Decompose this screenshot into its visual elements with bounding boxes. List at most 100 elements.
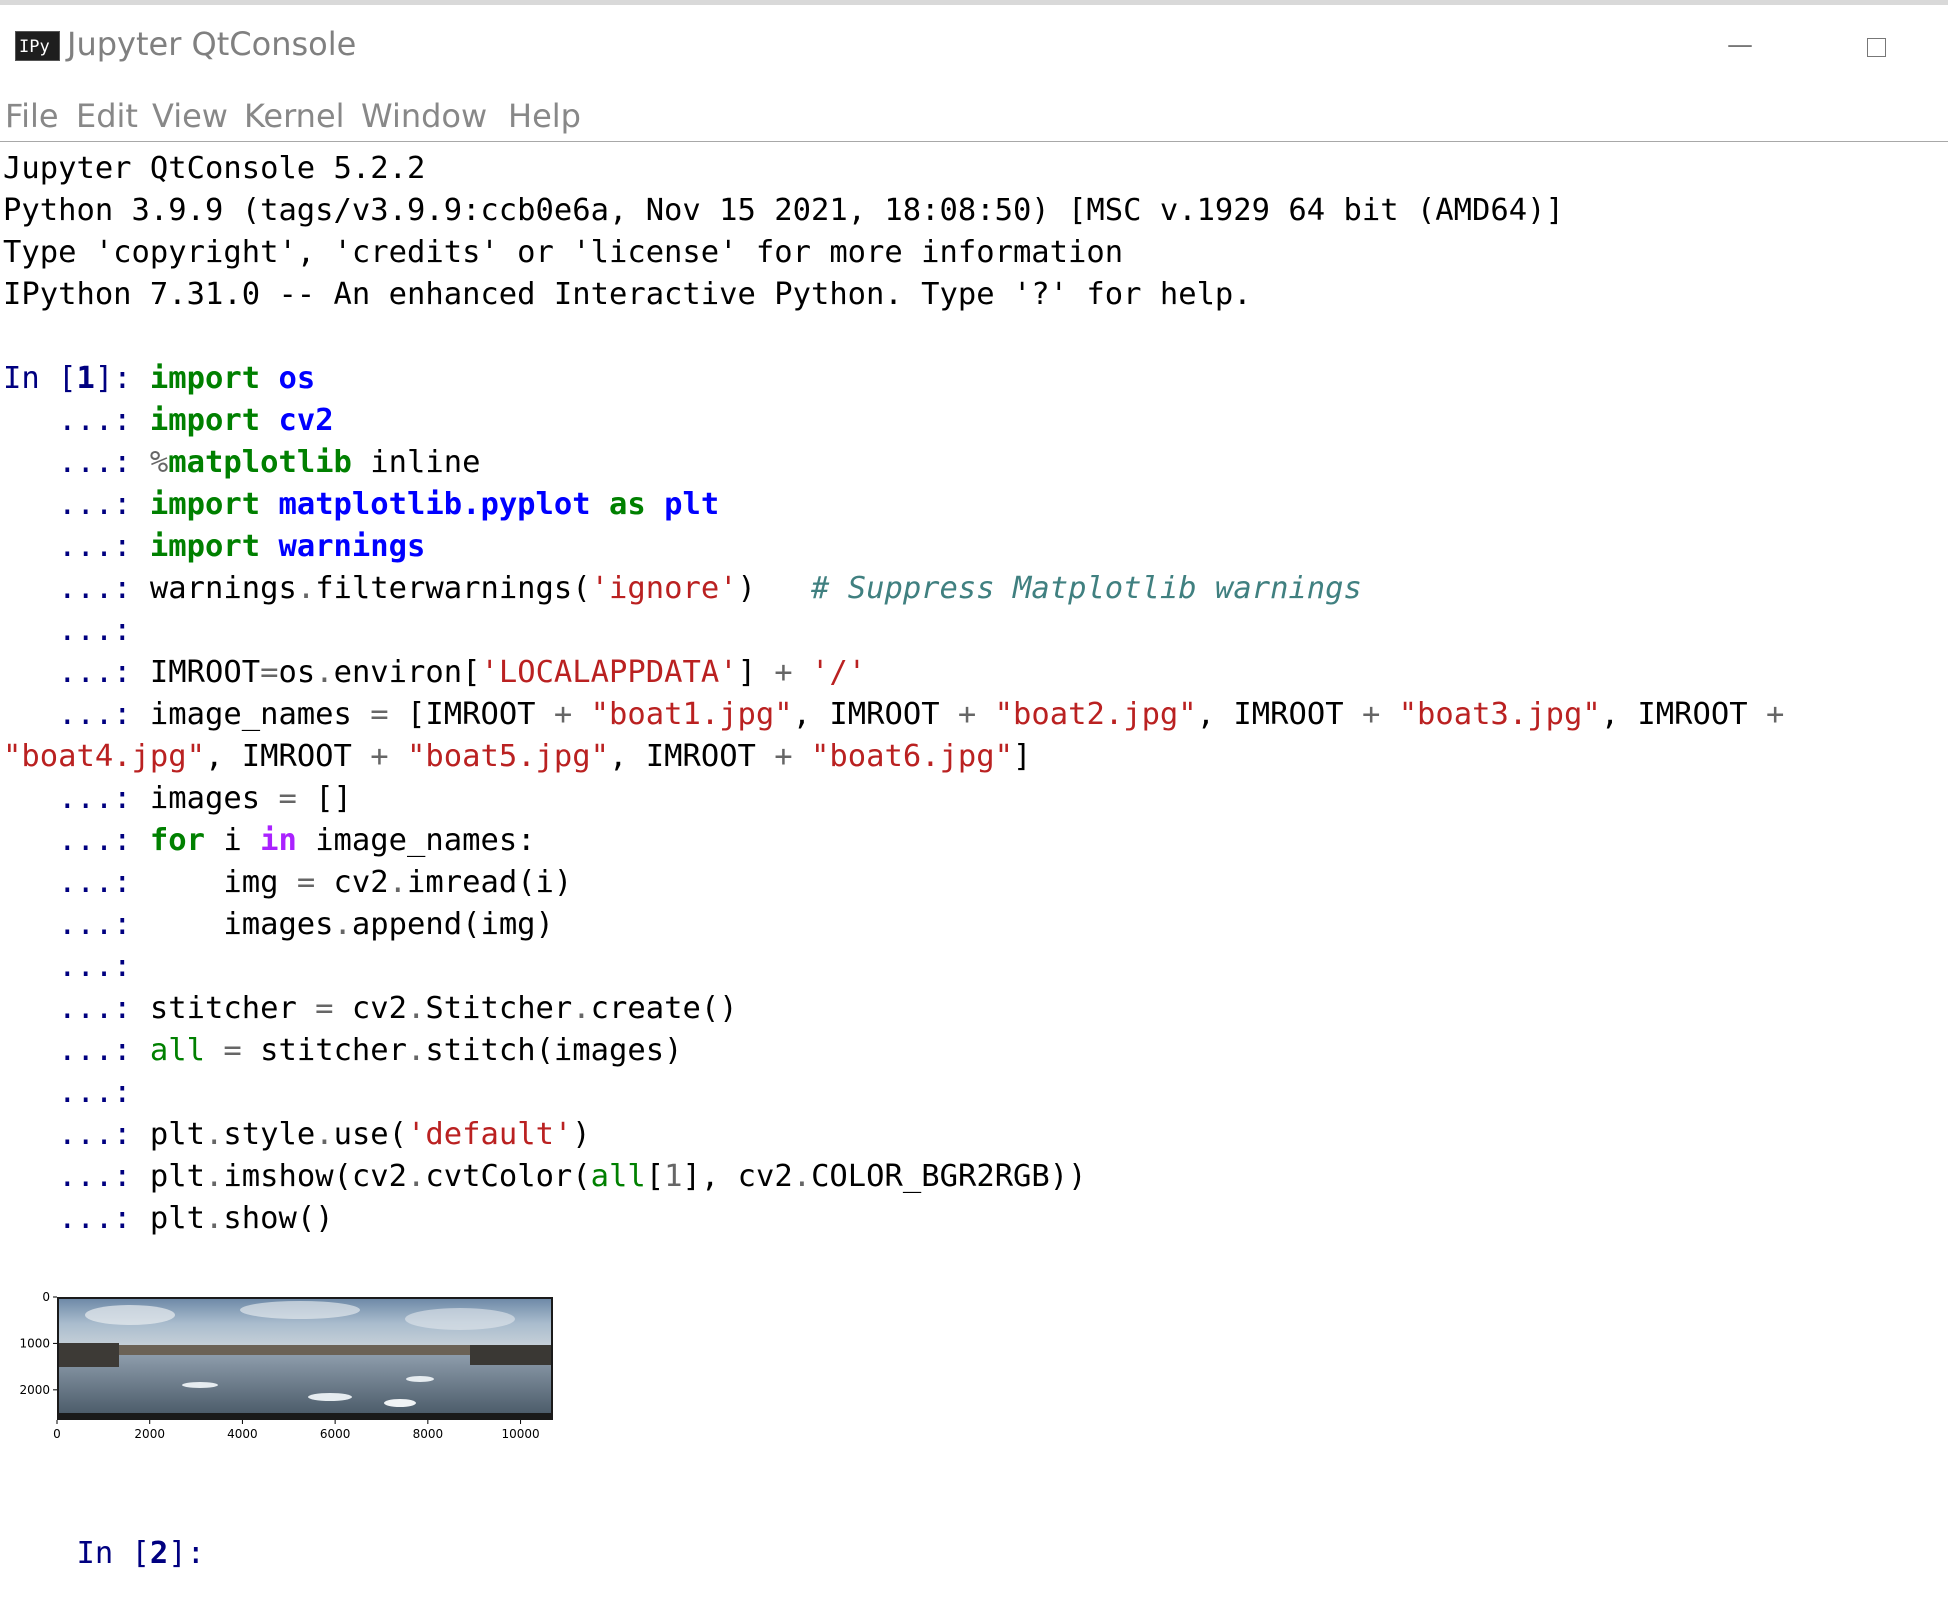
code-token: warnings (149, 571, 297, 606)
code-token: , IMROOT (1600, 697, 1766, 732)
x-tick-label: 6000 (320, 1427, 351, 1441)
code-line[interactable]: ...: import cv2 (3, 400, 334, 442)
continuation-prompt: ...: (3, 781, 150, 816)
cloud (405, 1308, 515, 1330)
ice-floe (182, 1382, 218, 1388)
ice-floe (406, 1376, 434, 1382)
code-token: stitcher (149, 991, 316, 1026)
menu-bar: File Edit View Kernel Window Help (0, 93, 1948, 142)
menu-edit[interactable]: Edit (76, 97, 138, 135)
code-token: ] (737, 655, 775, 690)
code-line[interactable]: ...: (3, 946, 150, 988)
code-token: "boat4.jpg" (3, 739, 205, 774)
ipython-app-icon: IPy (15, 31, 60, 61)
code-token: . (205, 1117, 224, 1152)
code-line[interactable]: ...: stitcher = cv2.Stitcher.create() (3, 988, 737, 1030)
code-line[interactable]: ...: IMROOT=os.environ['LOCALAPPDATA'] +… (3, 652, 866, 694)
code-token: os (278, 361, 316, 396)
continuation-prompt: ...: (3, 571, 150, 606)
code-token: imread(i) (407, 865, 573, 900)
code-token: ) (737, 571, 811, 606)
menu-file[interactable]: File (5, 97, 59, 135)
title-bar: IPy Jupyter QtConsole — (0, 5, 1948, 93)
code-token: cvtColor( (425, 1159, 591, 1194)
code-token: matplotlib (168, 445, 352, 480)
code-token: cv2 (333, 991, 407, 1026)
code-token: 1 (664, 1159, 683, 1194)
code-line[interactable]: ...: images = [] (3, 778, 352, 820)
maximize-button[interactable] (1858, 25, 1898, 65)
code-token: COLOR_BGR2RGB)) (811, 1159, 1087, 1194)
code-line[interactable]: ...: (3, 610, 150, 652)
code-line[interactable]: ...: all = stitcher.stitch(images) (3, 1030, 682, 1072)
code-line[interactable]: ...: for i in image_names: (3, 820, 535, 862)
code-token: imshow(cv2 (223, 1159, 408, 1194)
code-line[interactable]: ...: warnings.filterwarnings('ignore') #… (3, 568, 1362, 610)
menu-view[interactable]: View (152, 97, 228, 135)
minimize-button[interactable]: — (1720, 25, 1760, 65)
code-token: [ (645, 1159, 665, 1194)
code-line[interactable]: In [1]: import os (3, 358, 315, 400)
y-tick-label: 0 (42, 1290, 50, 1304)
menu-help[interactable]: Help (508, 97, 581, 135)
code-token: import (149, 361, 261, 396)
code-token: plt (149, 1201, 205, 1236)
code-token: use( (333, 1117, 408, 1152)
code-line[interactable]: ...: plt.show() (3, 1198, 334, 1240)
code-token: # Suppress Matplotlib warnings (811, 571, 1362, 606)
code-token: , IMROOT (1196, 697, 1362, 732)
code-token: cv2 (278, 403, 334, 438)
code-line[interactable]: ...: plt.style.use('default') (3, 1114, 591, 1156)
code-token: stitch(images) (425, 1033, 683, 1068)
code-token: images (149, 781, 279, 816)
continuation-prompt: ...: (3, 697, 150, 732)
code-token: . (388, 865, 408, 900)
code-token: = (370, 697, 389, 732)
continuation-prompt: ...: (3, 1117, 150, 1152)
code-line[interactable]: ...: import warnings (3, 526, 425, 568)
code-token: environ[ (333, 655, 481, 690)
banner-line: Type 'copyright', 'credits' or 'license'… (3, 235, 1124, 270)
continuation-prompt: ...: (3, 1033, 150, 1068)
input-prompt-2[interactable]: In [2]: (3, 1491, 223, 1571)
code-line[interactable]: ...: %matplotlib inline (3, 442, 480, 484)
prompt-number: 2 (149, 1536, 169, 1571)
prompt-in: In [ (76, 1536, 150, 1571)
code-token: = (296, 865, 316, 900)
code-line[interactable]: ...: images.append(img) (3, 904, 554, 946)
code-line[interactable]: ...: img = cv2.imread(i) (3, 862, 572, 904)
code-line[interactable]: ...: image_names = [IMROOT + "boat1.jpg"… (3, 694, 1784, 736)
app-icon-label: IPy (19, 37, 50, 57)
continuation-prompt: ...: (3, 991, 150, 1026)
code-token: show() (223, 1201, 334, 1236)
code-line-wrapped[interactable]: "boat4.jpg", IMROOT + "boat5.jpg", IMROO… (3, 736, 1031, 778)
menu-window[interactable]: Window (361, 97, 487, 135)
code-line[interactable]: ...: plt.imshow(cv2.cvtColor(all[1], cv2… (3, 1156, 1087, 1198)
prompt-close: ]: (168, 1536, 224, 1571)
maximize-icon (1867, 38, 1886, 57)
menu-kernel[interactable]: Kernel (244, 97, 345, 135)
code-token: image_names (149, 697, 371, 732)
ice-floe (384, 1399, 416, 1407)
code-token: in (260, 823, 297, 858)
continuation-prompt: ...: (3, 949, 150, 984)
continuation-prompt: ...: (3, 1075, 150, 1110)
code-token: as (609, 487, 646, 522)
code-token: import (149, 529, 261, 564)
code-token: + (1361, 697, 1381, 732)
continuation-prompt: ...: (3, 907, 150, 942)
code-line[interactable]: ...: import matplotlib.pyplot as plt (3, 484, 719, 526)
code-token: '/' (811, 655, 867, 690)
code-line[interactable]: ...: (3, 1072, 150, 1114)
code-token: "boat1.jpg" (590, 697, 793, 732)
banner-line: Jupyter QtConsole 5.2.2 (3, 151, 426, 186)
right-shore (470, 1345, 551, 1365)
code-token: filterwarnings( (315, 571, 591, 606)
code-token: ) (572, 1117, 591, 1152)
